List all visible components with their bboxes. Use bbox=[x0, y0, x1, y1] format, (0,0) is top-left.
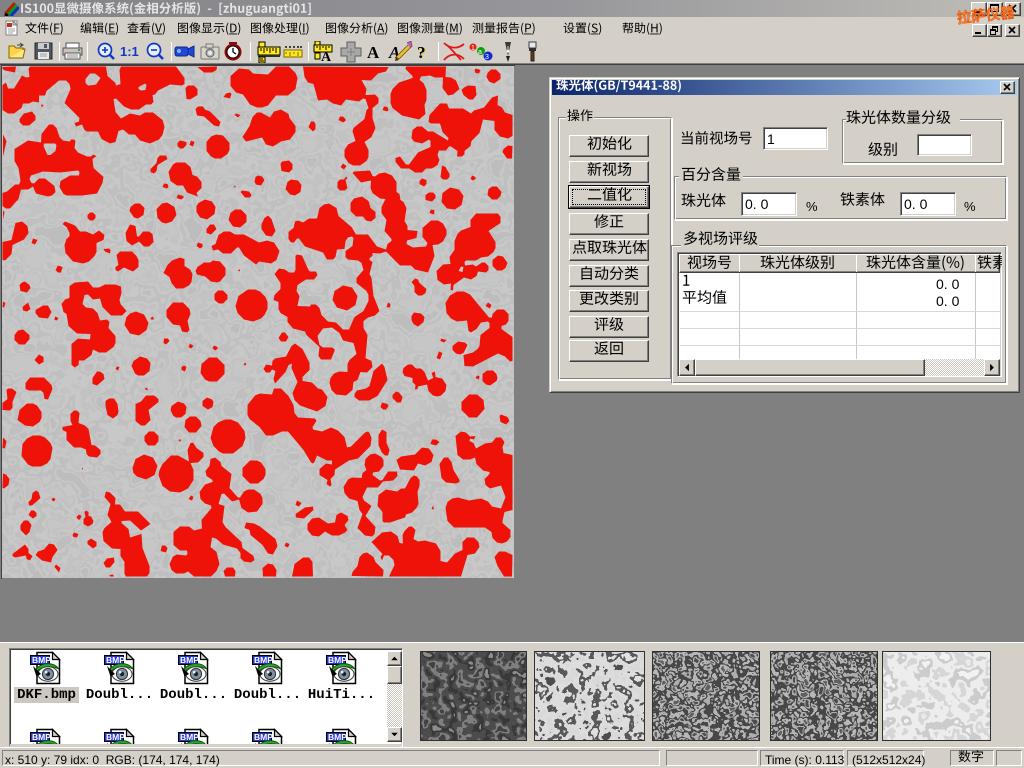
svg-text:A: A bbox=[388, 43, 400, 62]
svg-text:A: A bbox=[321, 50, 332, 63]
svg-text:?: ? bbox=[417, 43, 426, 62]
svg-text:1:1: 1:1 bbox=[120, 44, 139, 59]
svg-text:3: 3 bbox=[485, 54, 489, 61]
svg-text:A: A bbox=[367, 43, 380, 62]
svg-text:a: a bbox=[478, 49, 482, 56]
svg-text:1: 1 bbox=[471, 45, 475, 52]
